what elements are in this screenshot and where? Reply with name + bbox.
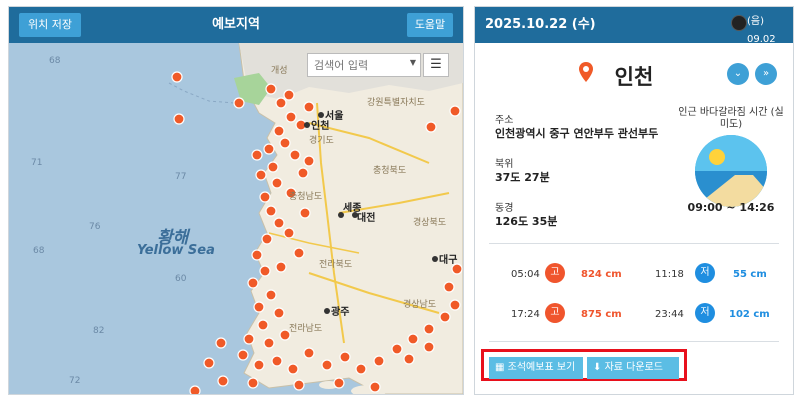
calendar-icon: ▦: [495, 362, 508, 373]
province-label: 경상북도: [413, 216, 446, 228]
search-input[interactable]: [314, 54, 404, 76]
divider: [489, 243, 779, 244]
address-label: 주소: [495, 115, 514, 126]
depth-label: 72: [69, 376, 80, 386]
latitude-label: 북위: [495, 159, 514, 170]
sea-parting-hours: 09:00 ~ 14:26: [687, 201, 775, 214]
search-box[interactable]: ▼: [307, 53, 421, 77]
city-label: 인천: [311, 119, 329, 132]
address-value: 인천광역시 중구 연안부두 관선부두: [495, 127, 659, 140]
download-button[interactable]: ⬇ 자료 다운로드: [587, 357, 679, 379]
lunar-date: (음) 09.02: [747, 16, 776, 45]
province-label: 강원특별자치도: [367, 96, 425, 108]
tide-table-label: 조석예보표 보기: [507, 362, 576, 373]
depth-label: 68: [33, 246, 45, 256]
download-label: 자료 다운로드: [604, 362, 663, 373]
moon-icon: [731, 15, 747, 31]
sea-parting-title: 인근 바다갈라짐 시간 (실미도): [678, 107, 784, 130]
city-label: 광주: [331, 306, 349, 318]
depth-label: 77: [175, 172, 186, 182]
province-label: 경상남도: [403, 298, 436, 310]
double-chevron-down-icon[interactable]: »: [755, 63, 777, 85]
province-label: 전라남도: [289, 323, 322, 334]
low-tide-badge: 저: [695, 303, 715, 323]
save-location-button[interactable]: 위치 저장: [19, 13, 81, 37]
forecast-map[interactable]: 68 71 77 76 68 82 60 72 서울 인천 세종 대전 광주 대…: [9, 43, 463, 394]
tide-table-button[interactable]: ▦ 조석예보표 보기: [489, 357, 583, 379]
map-graphic: 68 71 77 76 68 82 60 72 서울 인천 세종 대전 광주 대…: [31, 43, 463, 394]
depth-label: 76: [89, 222, 101, 232]
province-label: 충청남도: [289, 191, 322, 202]
tide-time: 11:18: [655, 269, 684, 280]
tide-level: 875 cm: [581, 309, 622, 320]
longitude-label: 동경: [495, 203, 514, 214]
province-label: 경기도: [309, 134, 334, 146]
depth-label: 82: [93, 326, 104, 336]
menu-icon[interactable]: ☰: [423, 53, 449, 77]
tide-level: 102 cm: [729, 309, 770, 320]
high-tide-badge: 고: [545, 303, 565, 323]
depth-label: 71: [31, 158, 42, 168]
longitude-value: 126도 35분: [495, 215, 558, 228]
dropdown-caret-icon[interactable]: ▼: [410, 58, 416, 67]
detail-header: 2025.10.22 (수) (음) 09.02: [475, 7, 793, 45]
latitude-value: 37도 27분: [495, 171, 550, 184]
tide-level: 824 cm: [581, 269, 622, 280]
location-detail-panel: 2025.10.22 (수) (음) 09.02 인천 ⌄ » 주소 인천광역시…: [474, 6, 794, 395]
chevron-down-icon[interactable]: ⌄: [727, 63, 749, 85]
sea-label-en: Yellow Sea: [137, 243, 215, 258]
province-label: 개성: [271, 65, 288, 76]
city-label: 대구: [439, 253, 457, 266]
depth-label: 68: [49, 56, 61, 66]
tide-level: 55 cm: [733, 269, 767, 280]
sea-parting-illustration: [695, 135, 767, 207]
tide-time: 17:24: [511, 309, 540, 320]
city-label: 대전: [357, 211, 375, 224]
tide-time: 05:04: [511, 269, 540, 280]
forecast-date: 2025.10.22 (수): [485, 17, 596, 32]
download-icon: ⬇: [593, 362, 605, 373]
low-tide-badge: 저: [695, 263, 715, 283]
province-label: 전라북도: [319, 259, 352, 270]
map-header: 위치 저장 예보지역 도움말: [9, 7, 463, 43]
high-tide-badge: 고: [545, 263, 565, 283]
depth-label: 60: [175, 274, 187, 284]
forecast-map-panel: 위치 저장 예보지역 도움말 68 71 77 76 68 82 60 72 서…: [8, 6, 464, 395]
province-label: 충청북도: [373, 165, 406, 176]
tide-time: 23:44: [655, 309, 684, 320]
divider: [489, 341, 779, 342]
help-button[interactable]: 도움말: [407, 13, 453, 37]
